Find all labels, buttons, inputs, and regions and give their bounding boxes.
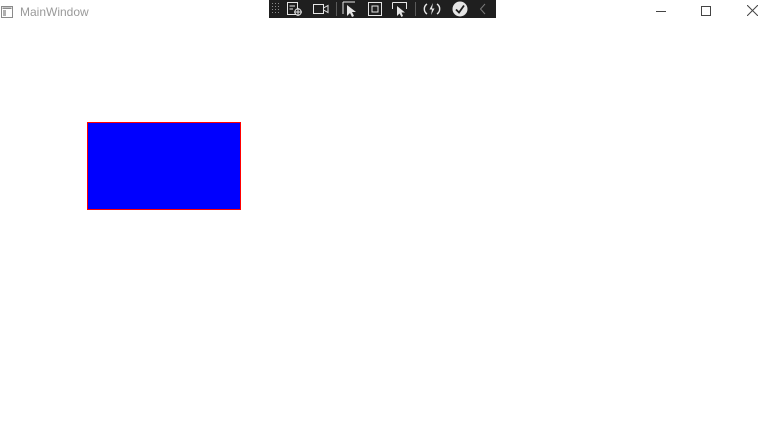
minimize-icon [656, 3, 666, 21]
close-button[interactable] [729, 0, 775, 23]
toolbar-separator [415, 2, 416, 16]
maximize-button[interactable] [683, 0, 729, 23]
display-layout-adorners-icon[interactable] [363, 0, 387, 18]
main-window: MainWindow [0, 0, 775, 438]
track-focus-icon[interactable] [308, 0, 334, 18]
window-title: MainWindow [20, 5, 89, 19]
wpf-debug-toolbar[interactable] [269, 0, 496, 18]
binding-failures-check-icon[interactable] [446, 0, 474, 18]
maximize-icon [701, 3, 711, 21]
toolbar-grip-icon[interactable] [272, 2, 280, 16]
close-icon [746, 3, 758, 21]
select-element-icon[interactable] [282, 0, 308, 18]
minimize-button[interactable] [638, 0, 684, 23]
toolbar-separator [336, 2, 337, 16]
toggle-preview-selection-icon[interactable] [387, 0, 413, 18]
blue-rectangle [87, 122, 241, 210]
select-element-in-app-icon[interactable] [339, 0, 363, 18]
collapse-toolbar-icon[interactable] [474, 0, 492, 18]
hot-reload-icon[interactable] [418, 0, 446, 18]
app-window-icon [1, 5, 13, 18]
